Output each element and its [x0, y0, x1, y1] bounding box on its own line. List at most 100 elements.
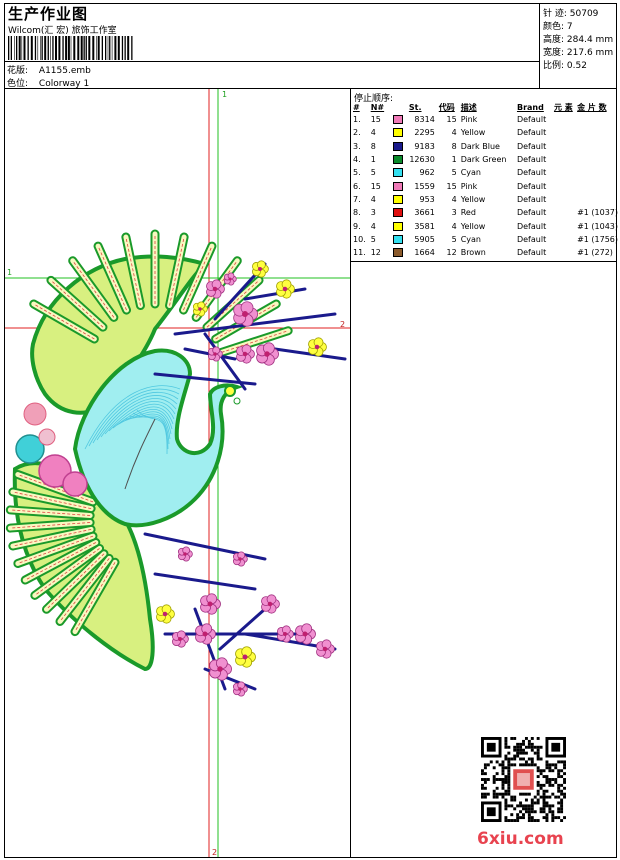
- row-needle: 15: [370, 181, 381, 191]
- row-element-spacer: [552, 193, 575, 206]
- table-row: 1. 15 8314 15 Pink Default: [351, 113, 620, 126]
- table-row: 8. 3 3661 3 Red Default #1 (1037): [351, 206, 620, 219]
- row-brand: Default: [516, 155, 547, 165]
- row-description: Dark Green: [460, 155, 507, 165]
- row-brand: Default: [516, 208, 547, 218]
- table-row: 2. 4 2295 4 Yellow Default: [351, 126, 620, 139]
- row-sequins: [575, 113, 620, 126]
- row-sequins: #1 (1043): [577, 221, 618, 231]
- row-element-spacer: [552, 140, 575, 153]
- row-code: 5: [451, 234, 457, 244]
- row-code: 4: [451, 221, 457, 231]
- row-stitches: 9183: [414, 141, 435, 151]
- row-sequins: [575, 193, 620, 206]
- row-element-spacer: [552, 219, 575, 232]
- colorway-value: Colorway 1: [38, 79, 90, 89]
- row-brand: Default: [516, 194, 547, 204]
- spec-stitches: 针 迹: 50709: [543, 9, 599, 19]
- row-code: 12: [446, 248, 457, 258]
- row-number: 8.: [353, 208, 361, 218]
- page-title: 生产作业图: [8, 5, 89, 23]
- table-row: 4. 1 12630 1 Dark Green Default: [351, 153, 620, 166]
- row-code: 15: [446, 181, 457, 191]
- row-sequins: #1 (272): [577, 248, 613, 258]
- row-number: 10.: [353, 234, 366, 244]
- row-description: Yellow: [460, 221, 486, 231]
- row-number: 4.: [353, 155, 361, 165]
- row-needle: 15: [370, 115, 381, 125]
- spec-scale: 比例: 0.52: [543, 61, 587, 71]
- col-swatch: [391, 101, 407, 113]
- color-swatch: [391, 206, 407, 219]
- color-swatch: [391, 113, 407, 126]
- row-description: Yellow: [460, 194, 486, 204]
- row-stitches: 12630: [409, 155, 435, 165]
- row-brand: Default: [516, 141, 547, 151]
- embroidery-design: 1 1 2 2: [5, 89, 350, 857]
- col-element: 元 素: [553, 102, 573, 112]
- barcode-icon: [8, 36, 133, 60]
- row-stitches: 3581: [414, 221, 435, 231]
- row-brand: Default: [516, 168, 547, 178]
- row-number: 3.: [353, 141, 361, 151]
- row-code: 8: [451, 141, 457, 151]
- row-code: 4: [451, 128, 457, 138]
- row-number: 5.: [353, 168, 361, 178]
- spec-height: 高度: 284.4 mm: [543, 35, 614, 45]
- row-sequins: #1 (1756): [577, 234, 618, 244]
- table-row: 6. 15 1559 15 Pink Default: [351, 179, 620, 192]
- pattern-row: 花版: A1155.emb: [7, 63, 91, 76]
- colorway-label: 色位:: [7, 79, 29, 89]
- row-brand: Default: [516, 248, 547, 258]
- color-swatch: [391, 219, 407, 232]
- table-row: 3. 8 9183 8 Dark Blue Default: [351, 140, 620, 153]
- row-description: Pink: [460, 181, 478, 191]
- col-sequins: 金 片 数: [577, 102, 607, 112]
- color-swatch: [391, 126, 407, 139]
- row-code: 5: [451, 168, 457, 178]
- company-name: Wilcom(汇 宏) 旅饰工作室: [8, 26, 117, 36]
- row-stitches: 5905: [414, 234, 435, 244]
- row-element-spacer: [552, 246, 575, 259]
- row-element-spacer: [552, 153, 575, 166]
- meta-rule: [4, 61, 539, 62]
- color-swatch: [391, 193, 407, 206]
- row-stitches: 1559: [414, 181, 435, 191]
- table-row: 10. 5 5905 5 Cyan Default #1 (1756): [351, 233, 620, 246]
- table-header: # N# St. 代码 描述 Brand 元 素 金 片 数: [351, 101, 620, 113]
- row-stitches: 962: [419, 168, 435, 178]
- row-needle: 5: [370, 168, 376, 178]
- row-number: 1.: [353, 115, 361, 125]
- pattern-value: A1155.emb: [38, 66, 91, 76]
- row-sequins: [575, 126, 620, 139]
- row-element-spacer: [552, 233, 575, 246]
- guide-label-right: 2: [340, 320, 345, 329]
- watermark-logo: 6xiu.com: [477, 829, 564, 849]
- col-stitches: St.: [408, 102, 422, 112]
- row-description: Cyan: [460, 168, 481, 178]
- color-swatch: [391, 153, 407, 166]
- guide-label-left: 1: [7, 268, 12, 277]
- table-row: 11. 12 1664 12 Brown Default #1 (272): [351, 246, 620, 259]
- col-needle: N#: [370, 102, 385, 112]
- row-description: Cyan: [460, 234, 481, 244]
- color-swatch: [391, 179, 407, 192]
- row-stitches: 1664: [414, 248, 435, 258]
- row-code: 4: [451, 194, 457, 204]
- table-row: 7. 4 953 4 Yellow Default: [351, 193, 620, 206]
- row-element-spacer: [552, 206, 575, 219]
- row-number: 2.: [353, 128, 361, 138]
- row-element-spacer: [552, 166, 575, 179]
- table-row: 5. 5 962 5 Cyan Default: [351, 166, 620, 179]
- row-code: 3: [451, 208, 457, 218]
- col-number: #: [353, 102, 360, 112]
- col-description: 描述: [460, 102, 477, 112]
- row-description: Yellow: [460, 128, 486, 138]
- row-brand: Default: [516, 128, 547, 138]
- colorway-row: 色位: Colorway 1: [7, 76, 89, 89]
- row-sequins: [575, 140, 620, 153]
- table-row: 9. 4 3581 4 Yellow Default #1 (1043): [351, 219, 620, 232]
- guide-label-bottom: 2: [212, 848, 217, 857]
- row-needle: 4: [370, 194, 376, 204]
- row-description: Red: [460, 208, 476, 218]
